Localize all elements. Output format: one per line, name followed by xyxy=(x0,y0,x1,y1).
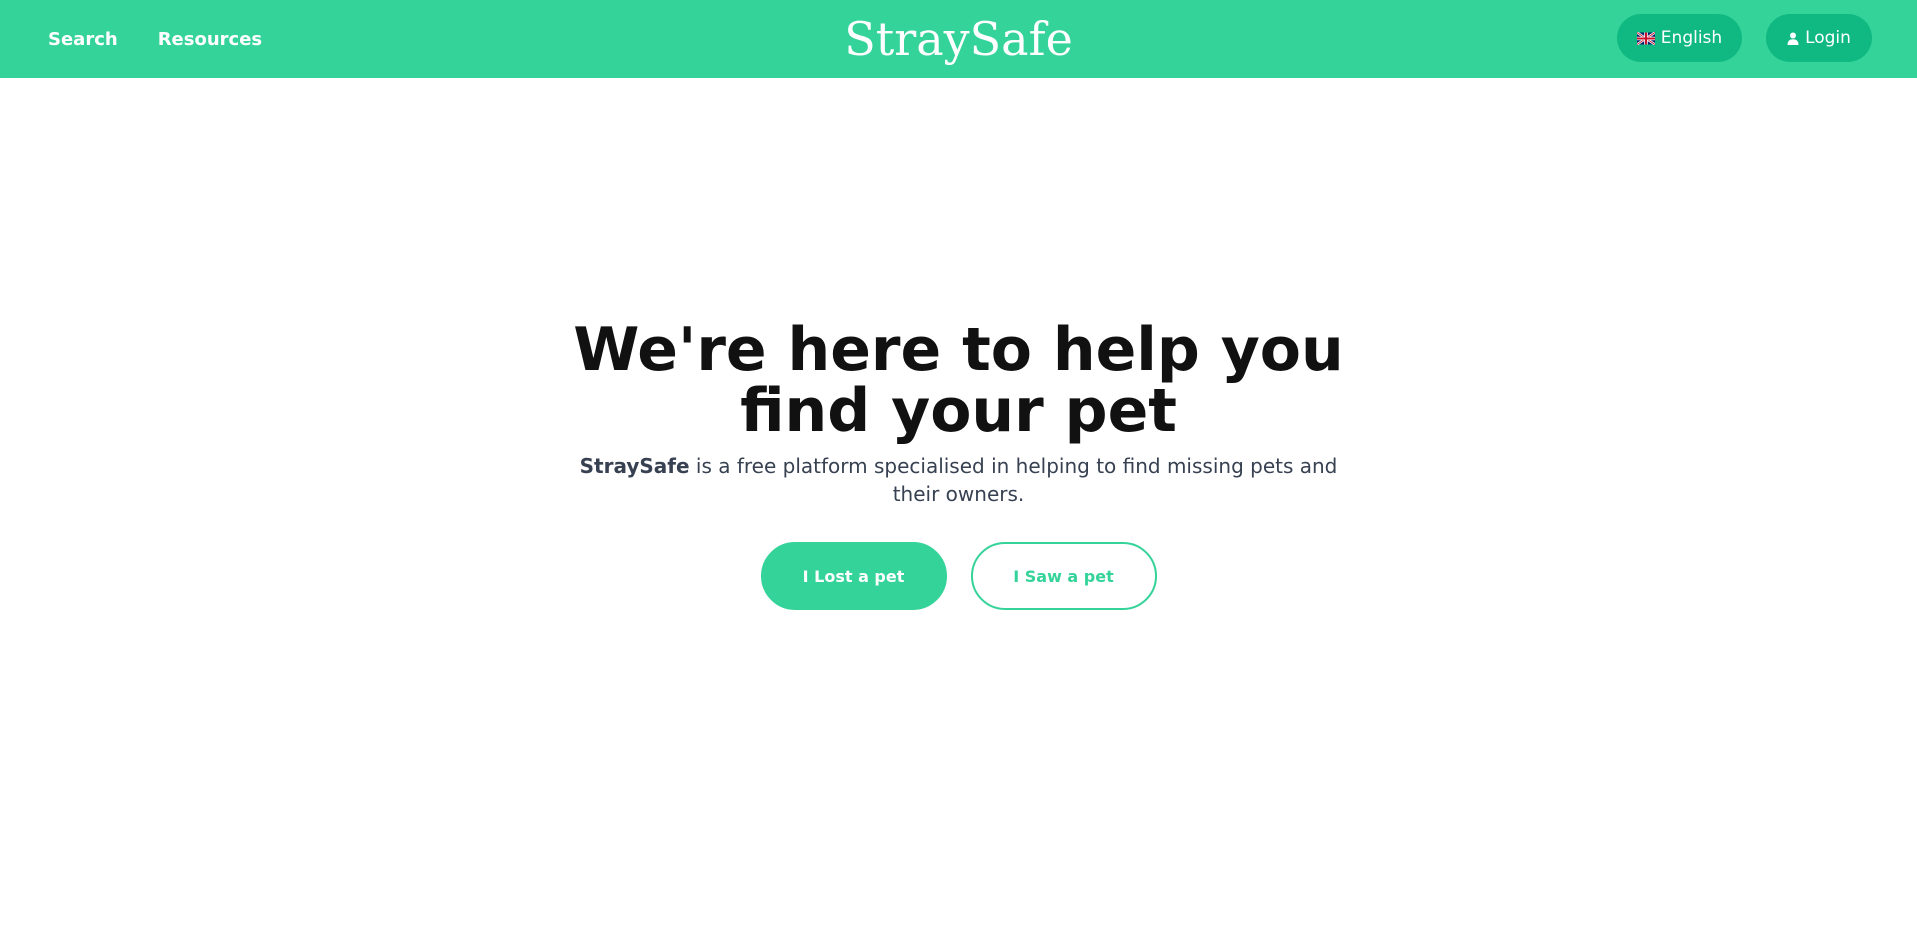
nav-actions: English Login xyxy=(1617,14,1872,62)
hero-subtitle-brand: StraySafe xyxy=(579,454,690,478)
hero-section: We're here to help you find your pet Str… xyxy=(0,320,1917,610)
hero-subtitle-text: is a free platform specialised in helpin… xyxy=(689,454,1338,506)
nav-resources-link[interactable]: Resources xyxy=(158,29,262,50)
login-button[interactable]: Login xyxy=(1766,14,1872,62)
hero-subtitle: StraySafe is a free platform specialised… xyxy=(569,452,1349,508)
login-label: Login xyxy=(1805,28,1851,48)
cta-row: I Lost a pet I Saw a pet xyxy=(0,542,1917,610)
uk-flag-icon xyxy=(1636,31,1655,45)
user-icon xyxy=(1787,32,1799,45)
brand-logo-text[interactable]: StraySafe xyxy=(844,12,1073,66)
lost-pet-button[interactable]: I Lost a pet xyxy=(760,542,947,610)
saw-pet-button[interactable]: I Saw a pet xyxy=(970,542,1157,610)
primary-nav: Search Resources xyxy=(48,0,262,78)
language-label: English xyxy=(1660,28,1723,48)
top-navbar: Search Resources StraySafe English Login xyxy=(0,0,1917,78)
hero-title: We're here to help you find your pet xyxy=(573,315,1344,446)
nav-search-link[interactable]: Search xyxy=(48,29,118,50)
language-selector-button[interactable]: English xyxy=(1617,14,1742,62)
